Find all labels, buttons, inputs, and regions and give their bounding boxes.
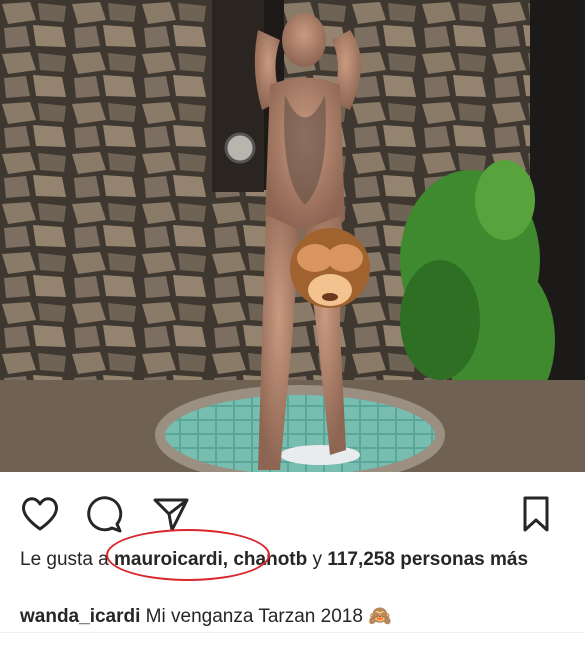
paper-plane-icon[interactable]	[149, 492, 193, 536]
likes-prefix: Le gusta a	[20, 549, 115, 570]
monkey-emoji: 🙈	[368, 606, 392, 627]
caption-text: Mi venganza Tarzan 2018	[140, 606, 369, 627]
post-caption: wanda_icardi Mi venganza Tarzan 2018 🙈	[20, 604, 580, 630]
divider	[0, 632, 585, 633]
action-bar	[0, 472, 585, 550]
likes-separator: ,	[222, 549, 234, 570]
photo-scene	[0, 0, 585, 472]
liker-username[interactable]: chanotb	[233, 549, 307, 570]
post-photo[interactable]	[0, 0, 585, 472]
likes-summary: Le gusta a mauroicardi, chanotb y 117,25…	[20, 547, 565, 573]
likes-count[interactable]: 117,258 personas más	[327, 549, 528, 570]
heart-icon[interactable]	[18, 492, 62, 536]
bookmark-icon[interactable]	[514, 492, 558, 536]
likes-middle: y	[307, 549, 328, 570]
censor-emoji	[290, 228, 370, 308]
caption-username[interactable]: wanda_icardi	[20, 606, 140, 627]
liker-username[interactable]: mauroicardi	[114, 549, 223, 570]
instagram-post: Le gusta a mauroicardi, chanotb y 117,25…	[0, 0, 585, 649]
comment-icon[interactable]	[82, 492, 126, 536]
